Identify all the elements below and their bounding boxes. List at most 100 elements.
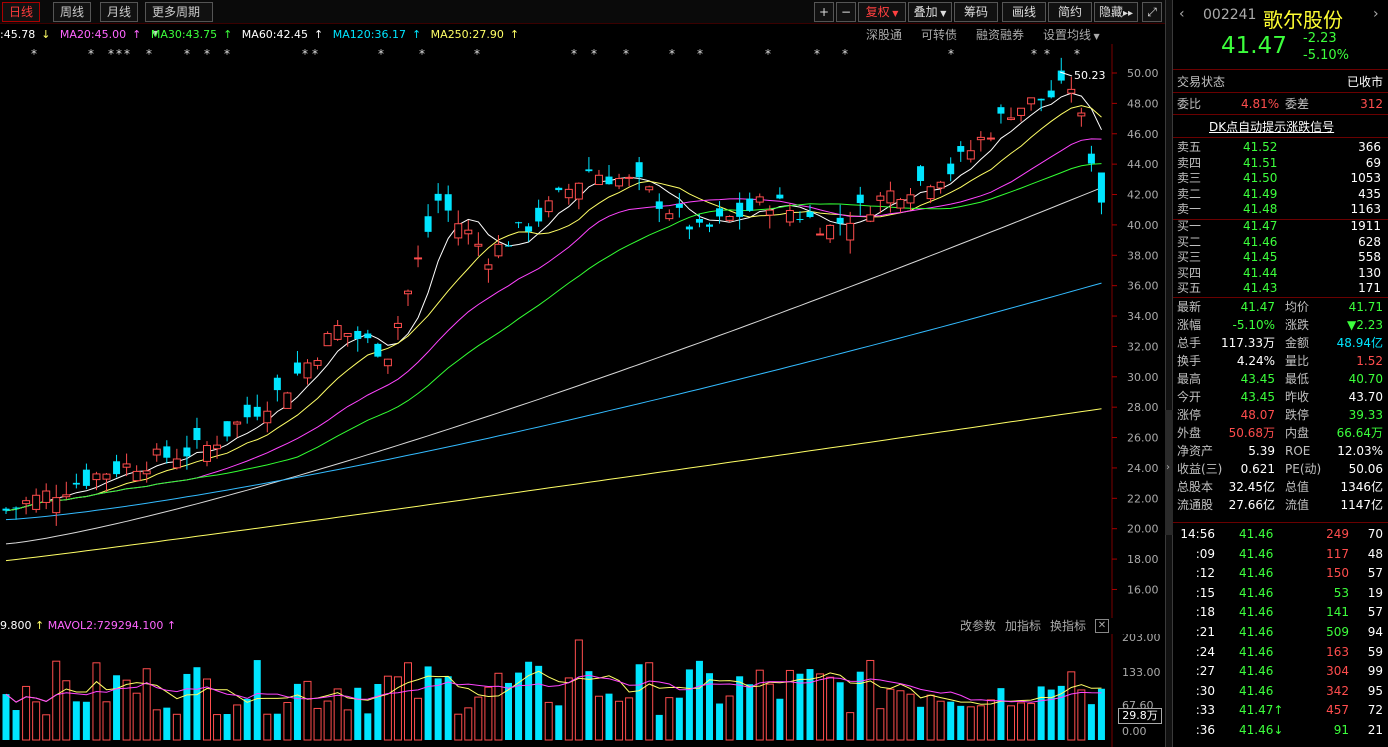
- chouma-button[interactable]: 筹码: [954, 2, 998, 22]
- link-margin[interactable]: 融资融券: [976, 26, 1024, 44]
- volume-bar: [886, 688, 895, 741]
- yincang-button[interactable]: 隐藏▸▸: [1094, 2, 1138, 22]
- zoom-out-button[interactable]: −: [836, 2, 856, 22]
- tick-time: 14:56: [1180, 527, 1215, 541]
- fullscreen-icon[interactable]: ⤢: [1142, 2, 1162, 22]
- panel-splitter[interactable]: ›: [1165, 0, 1173, 747]
- ask-row: 卖四 41.51 69: [1177, 156, 1385, 171]
- dk-signal-link[interactable]: DK点自动提示涨跌信号: [1209, 118, 1334, 135]
- link-set-ma[interactable]: 设置均线 ▼: [1043, 26, 1100, 44]
- tab-daily[interactable]: 日线: [2, 2, 41, 22]
- volume-bar: [213, 714, 222, 741]
- jianjie-button[interactable]: 简约: [1048, 2, 1092, 22]
- volume-bar: [564, 677, 573, 741]
- link-change-params[interactable]: 改参数: [960, 618, 996, 634]
- diejia-button[interactable]: 叠加 ▼: [908, 2, 952, 22]
- link-shengutong[interactable]: 深股通: [866, 26, 902, 44]
- volume-bar: [404, 662, 412, 741]
- link-convertible[interactable]: 可转债: [921, 26, 957, 44]
- candle: [404, 289, 412, 307]
- candle: [655, 193, 663, 223]
- candle: [706, 222, 713, 233]
- volume-bar: [494, 672, 503, 741]
- volume-bar: [906, 693, 915, 741]
- volume-chart[interactable]: 203.00133.0067.600.00: [0, 634, 1165, 747]
- trade-status-label: 交易状态: [1177, 75, 1226, 89]
- prev-stock-icon[interactable]: ‹: [1179, 6, 1185, 22]
- bid-price: 41.46: [1243, 234, 1278, 249]
- mavol1-line: [5, 670, 1102, 705]
- zoom-in-button[interactable]: +: [814, 2, 834, 22]
- volume-bar: [615, 700, 624, 741]
- candle: [454, 210, 463, 246]
- stat-row: 总股本 32.45亿 总值 1346亿: [1177, 480, 1385, 495]
- ask-row: 卖二 41.49 435: [1177, 187, 1385, 202]
- candle: [1077, 107, 1086, 127]
- close-icon[interactable]: ✕: [1095, 619, 1109, 633]
- volume-bar: [22, 685, 31, 741]
- candle: [393, 316, 402, 340]
- candle: [936, 180, 945, 194]
- tab-weekly[interactable]: 周线: [53, 2, 92, 22]
- stat-value: 48.07: [1240, 408, 1275, 422]
- candle: [243, 396, 251, 424]
- next-stock-icon[interactable]: ›: [1373, 6, 1379, 22]
- ask-price: 41.51: [1243, 155, 1278, 170]
- ma120-value: MA120:36.17: [332, 28, 406, 41]
- candle: [253, 394, 261, 421]
- ma30-line: [5, 163, 1102, 512]
- arrow-up-icon: ↑: [509, 28, 520, 41]
- tick-volume: 304: [1326, 664, 1349, 679]
- volume-bar: [986, 699, 995, 741]
- volume-bar: [273, 713, 281, 740]
- ma250-value: MA250:27.90: [430, 28, 504, 41]
- volume-bar: [716, 703, 724, 740]
- high-marker-label: 50.23: [1074, 69, 1106, 82]
- candle: [665, 209, 674, 221]
- price-axis-label: 32.00: [1127, 340, 1159, 353]
- candlestick-chart[interactable]: 50.00 48.00 46.00 44.00 42.00 40.00 38.00 36.00…: [0, 44, 1165, 619]
- candle: [917, 164, 925, 186]
- tick-price: 41.46: [1239, 605, 1274, 620]
- candle: [313, 357, 322, 370]
- link-add-indicator[interactable]: 加指标: [1005, 618, 1041, 634]
- tab-monthly[interactable]: 月线: [100, 2, 139, 22]
- candle: [826, 224, 835, 243]
- stat-label: 净资产: [1177, 444, 1214, 458]
- arrow-up-icon: ↑: [132, 28, 142, 41]
- tab-more-periods[interactable]: 更多周期 ▼: [145, 2, 213, 38]
- ask-label: 卖四: [1177, 155, 1202, 170]
- volume-bar: [725, 695, 734, 741]
- ask-volume: 1163: [1350, 202, 1381, 216]
- link-switch-indicator[interactable]: 换指标: [1050, 618, 1086, 634]
- signal-star-icon: *: [1031, 47, 1037, 61]
- volume-bar: [535, 665, 543, 740]
- quote-panel: ‹ 002241 歌尔股份 › 41.47 -2.23 -5.10% 交易状态 …: [1173, 0, 1388, 747]
- trade-status-row: 交易状态 已收市: [1177, 73, 1385, 91]
- stat-label: 金额: [1285, 336, 1310, 350]
- huaxian-button[interactable]: 画线: [1002, 2, 1046, 22]
- tick-time: :33: [1195, 703, 1215, 718]
- price-axis-label: 26.00: [1127, 432, 1159, 445]
- candle: [12, 506, 20, 520]
- arrow-up-icon: ↑: [163, 619, 177, 632]
- fuquan-button[interactable]: 复权 ▼: [858, 2, 906, 22]
- tick-price: 41.46↓: [1239, 723, 1284, 737]
- weicha-label: 委差: [1285, 97, 1310, 111]
- stat-label: 外盘: [1177, 426, 1202, 440]
- ma20-value: MA20:45.00: [59, 28, 127, 41]
- signal-star-icon: *: [814, 47, 820, 61]
- volume-bar: [1097, 688, 1105, 740]
- volume-axis-label: 133.00: [1122, 666, 1161, 679]
- tick-volume: 249: [1326, 527, 1349, 541]
- volume-bar: [464, 707, 473, 741]
- signal-star-icon: *: [108, 47, 114, 61]
- tick-price: 41.46: [1239, 664, 1274, 679]
- volume-bar: [746, 684, 754, 740]
- signal-star-icon: *: [302, 47, 308, 61]
- bid-row: 买四 41.44 130: [1177, 266, 1385, 281]
- yincang-label: 隐藏: [1098, 5, 1123, 19]
- tick-count: 48: [1367, 546, 1383, 561]
- stat-label: 跌停: [1285, 408, 1310, 422]
- volume-bar: [454, 713, 463, 741]
